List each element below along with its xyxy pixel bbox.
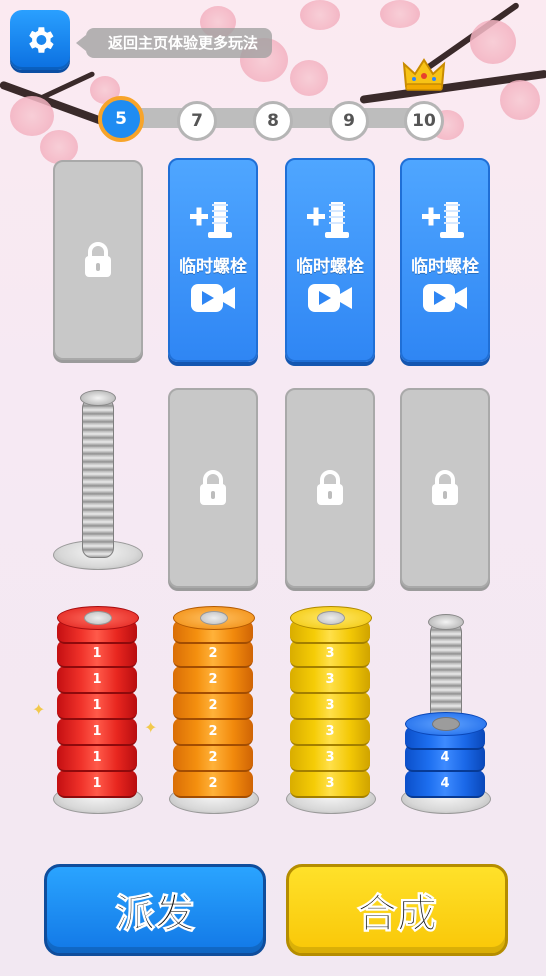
level-node-final: 10 [404,101,444,141]
dispatch-button[interactable]: 派发 [44,864,266,956]
nut: 2 [173,692,253,720]
temp-bolt-label: 临时螺栓 [296,257,364,277]
nut-top [405,712,487,736]
nut: 2 [173,744,253,772]
nut-top [57,606,139,630]
nut: 3 [290,744,370,772]
nut: 2 [173,640,253,668]
nut: 1 [57,692,137,720]
lock-icon [432,470,458,505]
lock-icon [200,470,226,505]
nut: 1 [57,718,137,746]
sparkle-icon: ✦ [144,718,158,737]
locked-slot[interactable] [53,160,143,360]
temp-bolt-label: 临时螺栓 [179,257,247,277]
nut: 3 [290,718,370,746]
locked-slot[interactable] [285,388,375,588]
nut: 1 [57,666,137,694]
nut-top [290,606,372,630]
nut: 3 [290,640,370,668]
video-icon [191,284,235,312]
bolt-head [80,390,116,406]
nut-stack-blue[interactable]: 4 4 [400,612,491,814]
level-node: 9 [329,101,369,141]
nut-stack-red[interactable]: 1 1 1 1 1 1 [52,600,143,814]
nut: 1 [57,770,137,798]
add-bolt-icon [307,202,349,238]
nut: 3 [290,770,370,798]
crown-icon [402,56,446,96]
nut: 3 [290,692,370,720]
locked-slot[interactable] [400,388,490,588]
dispatch-label: 派发 [115,891,196,938]
nut: 2 [173,718,253,746]
add-bolt-icon [422,202,464,238]
temp-bolt-label: 临时螺栓 [411,257,479,277]
empty-bolt[interactable] [53,390,143,586]
return-home-tip[interactable]: 返回主页体验更多玩法 [75,28,273,58]
level-node-current: 5 [98,96,144,142]
temp-bolt-ad-slot[interactable]: 临时螺栓 [400,158,490,362]
nut: 2 [173,666,253,694]
add-bolt-icon [190,202,232,238]
nut: 2 [173,770,253,798]
video-icon [423,284,467,312]
bolt-head [428,614,464,630]
temp-bolt-ad-slot[interactable]: 临时螺栓 [285,158,375,362]
nut: 4 [405,770,485,798]
nut-stack-yellow[interactable]: 3 3 3 3 3 3 [285,600,376,814]
settings-button[interactable] [10,10,70,70]
merge-label: 合成 [357,891,438,938]
merge-button[interactable]: 合成 [286,864,508,956]
level-node: 7 [177,101,217,141]
sparkle-icon: ✦ [32,700,46,719]
nut-top [173,606,255,630]
bolt-shaft [82,398,114,558]
nut: 3 [290,666,370,694]
lock-icon [317,470,343,505]
locked-slot[interactable] [168,388,258,588]
lock-icon [85,242,111,277]
nut-stack-orange[interactable]: 2 2 2 2 2 2 [168,600,259,814]
nut: 1 [57,744,137,772]
video-icon [308,284,352,312]
level-node: 8 [253,101,293,141]
nut: 1 [57,640,137,668]
gear-icon [29,27,54,53]
temp-bolt-ad-slot[interactable]: 临时螺栓 [168,158,258,362]
